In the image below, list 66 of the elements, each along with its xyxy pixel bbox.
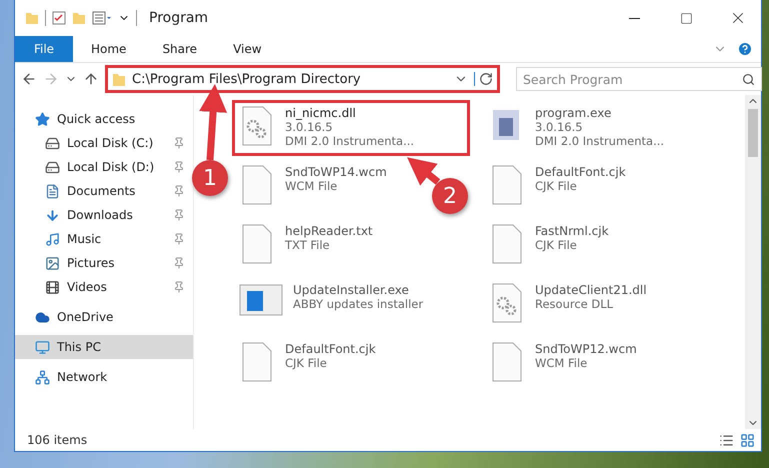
ribbon-tab[interactable]: Home	[73, 36, 144, 62]
properties-icon[interactable]	[92, 11, 112, 25]
up-button[interactable]	[83, 71, 99, 87]
folder-icon	[112, 72, 126, 86]
tiles-view-icon[interactable]	[740, 432, 755, 448]
ribbon-tab[interactable]: View	[215, 36, 280, 62]
file-name: DefaultFont.cjk	[535, 165, 626, 179]
network-icon	[35, 370, 50, 384]
computer-icon	[35, 340, 50, 354]
window-title: Program	[149, 10, 210, 26]
sidebar-item[interactable]: Pictures	[15, 251, 193, 275]
star-icon	[35, 112, 50, 126]
checklist-icon[interactable]	[52, 11, 66, 25]
file-detail: CJK File	[535, 179, 578, 193]
music-note-icon	[45, 232, 60, 246]
file-name: program.exe	[535, 106, 612, 120]
file-name: SndToWP14.wcm	[285, 165, 387, 179]
help-icon[interactable]	[737, 41, 753, 57]
sidebar-item[interactable]: Videos	[15, 275, 193, 299]
cloud-icon	[35, 310, 50, 324]
file-detail: ABBY updates installer	[293, 297, 424, 311]
sidebar-item[interactable]: OneDrive	[15, 305, 193, 329]
file-detail: WCM File	[535, 356, 588, 370]
back-button[interactable]	[21, 71, 37, 87]
file-detail: DMI 2.0 Instrumenta...	[285, 134, 414, 148]
file-detail: Resource DLL	[535, 297, 614, 311]
sidebar-item[interactable]: Downloads	[15, 203, 193, 227]
file-detail: TXT File	[285, 238, 331, 252]
film-icon	[45, 280, 60, 294]
picture-icon	[45, 256, 60, 270]
sidebar-item[interactable]: Music	[15, 227, 193, 251]
drive-icon	[45, 136, 60, 150]
file-name: UpdateInstaller.exe	[293, 283, 410, 297]
sidebar-item[interactable]: This PC	[15, 335, 193, 359]
scrollbar[interactable]	[745, 95, 761, 429]
sidebar-item[interactable]: Documents	[15, 179, 193, 203]
file-tile[interactable]: ni_nicmc.dll 3.0.16.5 DMI 2.0 Instrumenta...	[232, 100, 470, 156]
address-bar[interactable]: C:\Program Files\Program Directory	[105, 65, 500, 93]
sidebar-item[interactable]: Local Disk (D:)	[15, 155, 193, 179]
file-name: DefaultFont.cjk	[285, 342, 376, 356]
file-name: helpReader.txt	[285, 224, 373, 238]
file-detail: CJK File	[535, 238, 578, 252]
file-name: UpdateClient21.dll	[535, 283, 647, 297]
item-count: 106 items	[27, 433, 88, 447]
file-detail: 3.0.16.5	[285, 120, 334, 134]
file-name: ni_nicmc.dll	[285, 106, 357, 120]
details-view-icon[interactable]	[719, 432, 734, 448]
drive-icon	[45, 160, 60, 174]
sidebar-item[interactable]: Local Disk (C:)	[15, 131, 193, 155]
folder-icon	[25, 11, 39, 25]
download-icon	[45, 208, 60, 222]
file-name: FastNrml.cjk	[535, 224, 609, 238]
ribbon-tab[interactable]: Share	[144, 36, 216, 62]
scrollbar-thumb[interactable]	[748, 109, 758, 157]
file-detail: WCM File	[285, 179, 338, 193]
maximize-icon	[680, 12, 692, 24]
sidebar-item[interactable]: Quick access	[15, 107, 193, 131]
sidebar-item[interactable]: Network	[15, 365, 193, 389]
file-name: SndToWP12.wcm	[535, 342, 637, 356]
file-detail: 3.0.16.5	[535, 120, 584, 134]
search-field[interactable]: Search Program	[516, 67, 762, 91]
file-detail: DMI 2.0 Instrumenta...	[535, 134, 664, 148]
document-icon	[45, 184, 60, 198]
ribbon-tab[interactable]: File	[15, 36, 73, 62]
annotation-arrow	[407, 157, 440, 186]
file-detail: CJK File	[285, 356, 328, 370]
